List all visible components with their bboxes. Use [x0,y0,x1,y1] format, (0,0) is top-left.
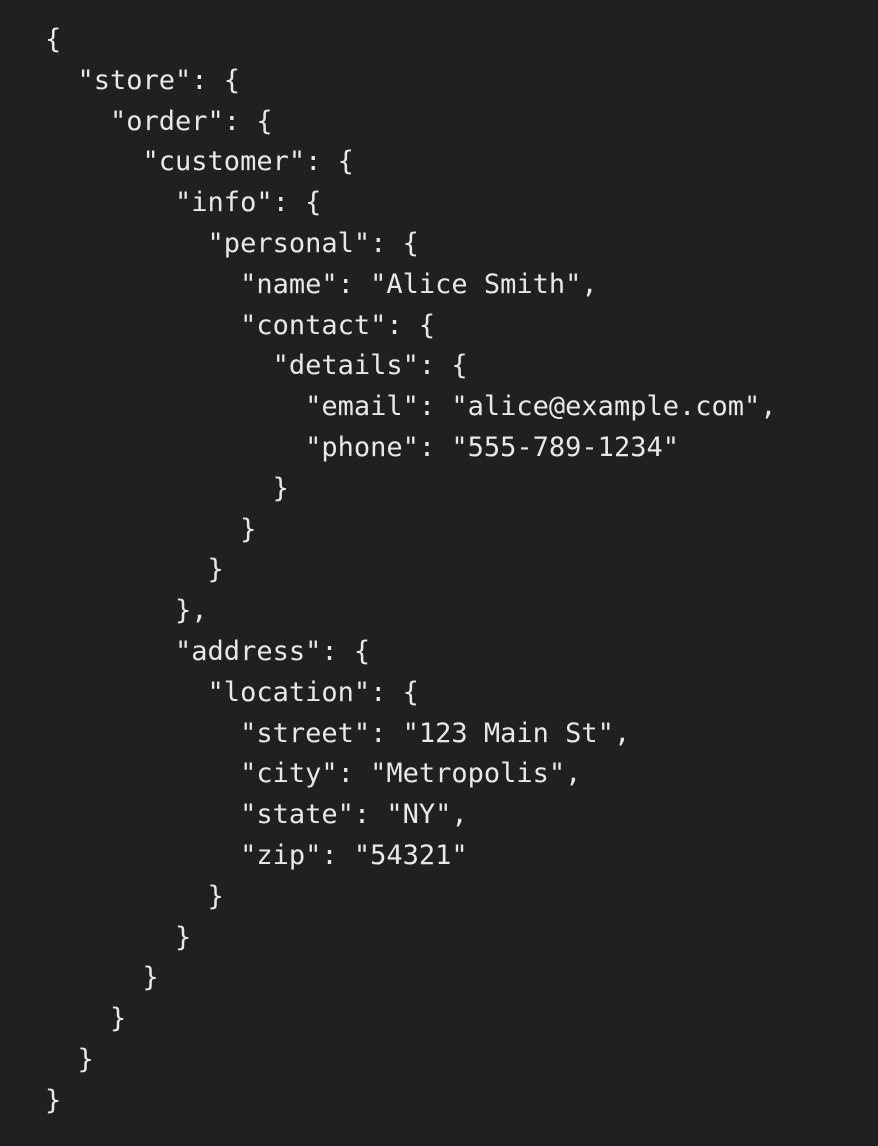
code-line: "street": "123 Main St", [45,717,631,749]
code-line: "contact": { [45,309,436,341]
code-line: } [45,880,224,912]
code-line: } [45,554,224,586]
code-line: } [45,513,257,545]
code-line: "info": { [45,187,322,219]
code-line: } [45,1084,62,1116]
code-line: "personal": { [45,227,419,259]
code-line: } [45,1003,127,1035]
code-line: { [45,24,62,55]
code-line: "address": { [45,635,371,667]
code-line: "phone": "555-789-1234" [45,431,679,463]
code-line: "city": "Metropolis", [45,758,582,790]
code-line: }, [45,595,208,627]
code-line: "state": "NY", [45,799,468,831]
json-code-block[interactable]: { "store": { "order": { "customer": { "i… [45,20,777,1122]
code-line: } [45,921,192,953]
code-line: "order": { [45,105,273,137]
code-line: "details": { [45,350,468,382]
code-line: "location": { [45,676,419,708]
code-line: } [45,472,289,504]
code-editor[interactable]: { "store": { "order": { "customer": { "i… [0,0,878,1146]
code-line: "store": { [45,64,241,96]
code-line: "name": "Alice Smith", [45,268,598,300]
code-line: "email": "alice@example.com", [45,391,777,423]
code-line: } [45,962,159,994]
code-line: } [45,1043,94,1075]
code-line: "customer": { [45,146,354,178]
code-line: "zip": "54321" [45,839,468,871]
